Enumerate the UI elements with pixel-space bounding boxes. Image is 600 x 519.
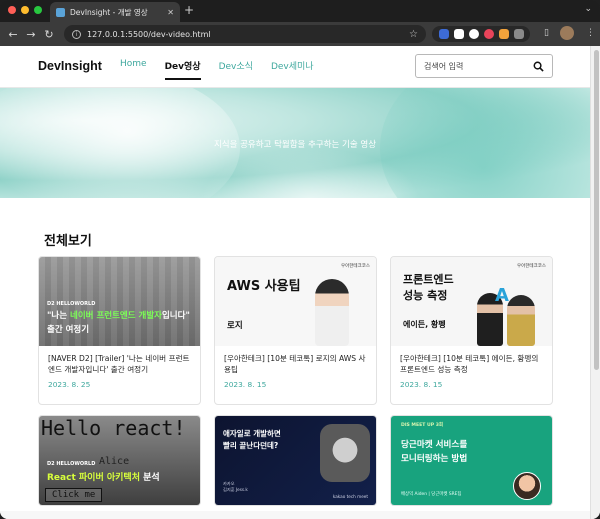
search-box (415, 54, 553, 78)
video-thumbnail[interactable]: 애자일로 개발하면 빨리 끝난다던데? 카카오 김지훈 Jess.k kakao… (215, 416, 376, 505)
horizontal-scrollbar[interactable] (0, 511, 590, 519)
notion-icon[interactable] (453, 29, 464, 39)
thumbnail-speaker: 로지 (227, 321, 243, 331)
thumbnail-tag: D2 HELLOWORLD (47, 301, 96, 307)
tab-strip: DevInsight - 개발 영상 ✕ + ⌄ (0, 0, 600, 22)
search-icon[interactable] (533, 61, 544, 72)
thumbnail-brand: 우아한테크코스 (341, 264, 370, 269)
card-title[interactable]: [우아한테크] [10분 테코톡] 로지의 AWS 사용팁 (224, 353, 367, 375)
url-text: 127.0.0.1:5500/dev-video.html (87, 29, 211, 39)
site-logo[interactable]: DevInsight (38, 59, 102, 73)
extension-icon[interactable] (498, 29, 509, 39)
thumbnail-letter: A (495, 285, 509, 306)
thumbnail-headline: 모니터링하는 방법 (401, 454, 468, 464)
minimize-window-button[interactable] (21, 6, 29, 14)
thumbnail-headline: 빨리 끝난다던데? (223, 441, 279, 450)
thumbnail-tag: D2 HELLOWORLD (47, 461, 96, 467)
card-date: 2023. 8. 15 (400, 380, 443, 389)
extension-icon[interactable] (438, 29, 449, 39)
thumbnail-headline: 성능 측정 (403, 289, 448, 302)
extensions-group (432, 26, 530, 42)
thumbnail-speaker: 배상익 Aiden | 당근마켓 SRE팀 (401, 492, 462, 497)
thumbnail-subline: 출간 여정기 (47, 325, 90, 335)
nav-item-dev-video[interactable]: Dev영상 (164, 59, 201, 80)
search-input[interactable] (424, 61, 533, 71)
thumbnail-headline: 애자일로 개발하면 (223, 429, 281, 438)
scrollbar-thumb[interactable] (594, 50, 599, 370)
thumbnail-speaker: 에이든, 황펭 (403, 320, 446, 329)
thumbnail-headline: 프론트엔드 (403, 273, 454, 286)
close-window-button[interactable] (8, 6, 16, 14)
thumbnail-headline: 당근마켓 서비스를 (401, 440, 468, 450)
speaker-photo (513, 472, 541, 500)
address-bar[interactable]: i 127.0.0.1:5500/dev-video.html ☆ (64, 25, 426, 43)
card-title[interactable]: [우아한테크] [10분 테코톡] 에이든, 황펭의 프론트엔드 성능 측정 (400, 353, 543, 375)
favicon-icon (56, 7, 65, 17)
web-page: DevInsight Home Dev영상 Dev소식 Dev세미나 지식을 공… (0, 46, 600, 519)
speaker-photo (315, 279, 349, 346)
site-header: DevInsight Home Dev영상 Dev소식 Dev세미나 (0, 46, 590, 88)
new-tab-button[interactable]: + (184, 3, 194, 17)
video-card[interactable]: Hello react! Alice D2 HELLOWORLD React 파… (38, 415, 201, 506)
puzzle-icon[interactable] (513, 29, 524, 39)
nav-item-home[interactable]: Home (120, 59, 147, 80)
kebab-menu-icon[interactable]: ⋮ (586, 28, 595, 38)
browser-tab[interactable]: DevInsight - 개발 영상 ✕ (50, 2, 180, 22)
video-card[interactable]: DIS MEET UP 3회 당근마켓 서비스를 모니터링하는 방법 배상익 A… (390, 415, 553, 506)
thumbnail-button-graphic: Click me (45, 488, 103, 502)
hero-tagline: 지식을 공유하고 탁월함을 추구하는 기술 영상 (213, 140, 377, 150)
thumbnail-headline: React 파이버 아키텍처 분석 (47, 473, 160, 483)
nav-item-dev-news[interactable]: Dev소식 (219, 59, 253, 80)
vertical-scrollbar[interactable] (590, 46, 600, 519)
video-card[interactable]: 애자일로 개발하면 빨리 끝난다던데? 카카오 김지훈 Jess.k kakao… (214, 415, 377, 506)
hero-banner: 지식을 공유하고 탁월함을 추구하는 기술 영상 (0, 88, 590, 198)
card-title[interactable]: [NAVER D2] [Trailer] '나는 네이버 프런트엔드 개발자입니… (48, 353, 191, 375)
thumbnail-speaker: 카카오 김지훈 Jess.k (223, 481, 248, 492)
video-card[interactable]: D2 HELLOWORLD "나는 네이버 프런트엔드 개발자입니다" 출간 여… (38, 256, 201, 405)
video-thumbnail[interactable]: Hello react! Alice D2 HELLOWORLD React 파… (39, 416, 200, 505)
video-thumbnail[interactable]: DIS MEET UP 3회 당근마켓 서비스를 모니터링하는 방법 배상익 A… (391, 416, 552, 505)
speaker-photo (507, 295, 535, 346)
section-title: 전체보기 (44, 234, 92, 249)
video-thumbnail[interactable]: D2 HELLOWORLD "나는 네이버 프런트엔드 개발자입니다" 출간 여… (39, 257, 200, 346)
sidebar-icon[interactable]: ▯ (544, 28, 549, 38)
thumbnail-brand: kakao tech meet (332, 494, 368, 499)
main-nav: Home Dev영상 Dev소식 Dev세미나 (120, 59, 332, 80)
card-date: 2023. 8. 15 (224, 380, 267, 389)
thumbnail-code-text: Hello react! (41, 416, 186, 440)
video-card[interactable]: 우아한테크코스 프론트엔드 성능 측정 에이든, 황펭 A [우아한테크] [1… (390, 256, 553, 405)
tab-close-icon[interactable]: ✕ (167, 8, 174, 17)
card-date: 2023. 8. 25 (48, 380, 91, 389)
video-thumbnail[interactable]: 우아한테크코스 프론트엔드 성능 측정 에이든, 황펭 A (391, 257, 552, 346)
thumbnail-brand: 우아한테크코스 (517, 264, 546, 269)
forward-arrow-icon[interactable]: → (22, 28, 40, 41)
profile-avatar[interactable] (560, 26, 574, 40)
site-info-icon[interactable]: i (72, 29, 81, 39)
thumbnail-tag: DIS MEET UP 3회 (401, 423, 444, 428)
tab-title: DevInsight - 개발 영상 (70, 7, 148, 17)
thumbnail-code-text: Alice (99, 456, 130, 467)
speaker-photo (320, 424, 370, 482)
browser-toolbar: ← → ↻ i 127.0.0.1:5500/dev-video.html ☆ … (0, 22, 600, 46)
maximize-window-button[interactable] (34, 6, 42, 14)
reload-icon[interactable]: ↻ (40, 28, 58, 41)
browser-window: DevInsight - 개발 영상 ✕ + ⌄ ← → ↻ i 127.0.0… (0, 0, 600, 519)
thumbnail-headline: AWS 사용팁 (227, 279, 301, 294)
video-thumbnail[interactable]: 우아한테크코스 AWS 사용팁 로지 (215, 257, 376, 346)
tab-list-chevron-icon[interactable]: ⌄ (584, 4, 592, 14)
thumbnail-headline: "나는 네이버 프런트엔드 개발자입니다" (47, 311, 190, 321)
chrome-extension-icon[interactable] (468, 29, 479, 39)
star-icon[interactable]: ☆ (409, 29, 418, 40)
back-arrow-icon[interactable]: ← (4, 28, 22, 41)
video-card[interactable]: 우아한테크코스 AWS 사용팁 로지 [우아한테크] [10분 테코톡] 로지의… (214, 256, 377, 405)
color-picker-icon[interactable] (483, 29, 494, 39)
nav-item-dev-seminar[interactable]: Dev세미나 (271, 59, 314, 80)
